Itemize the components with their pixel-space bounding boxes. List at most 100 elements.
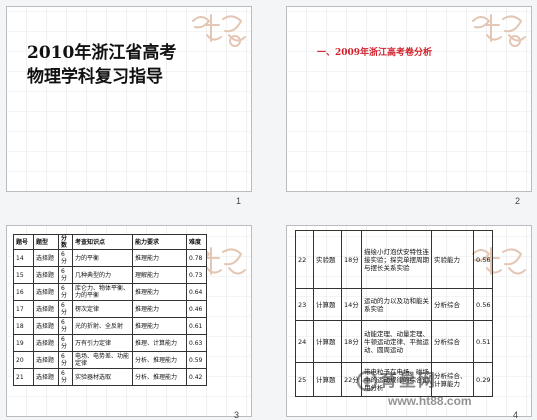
- table-cell: 20: [13, 351, 34, 369]
- slide-2-heading: 一、2009年浙江高考卷分析: [317, 48, 433, 58]
- table-row: 24 计算题 18分 动能定理、动量定理、牛顿运动定律、平抛运动、圆周运动 分析…: [295, 320, 494, 363]
- table-row: 19 选择题 6分 万有引力定律 推理、计算能力 0.63: [13, 334, 207, 352]
- table-row: 16 选择题 6分 库仑力、物体平衡、力的平衡 推理能力 0.64: [13, 283, 207, 301]
- slide-number-1: 1: [236, 196, 242, 206]
- header-cell: 题型: [33, 234, 59, 250]
- table-cell: 24: [295, 320, 314, 363]
- table-cell: 计算题: [313, 362, 342, 397]
- table-cell: 22: [295, 230, 314, 289]
- table-cell: 选择题: [33, 249, 59, 267]
- table-cell: 力的平衡: [72, 249, 133, 267]
- table-row: 20 选择题 6分 电场、电势差、功能定律 分析、推理能力 0.59: [13, 351, 207, 369]
- table-row: 22 实验题 18分 描绘小灯泡伏安特性连接实验；探究单摆周期与摆长关系实验 实…: [295, 230, 494, 289]
- header-cell: 能力要求: [132, 234, 187, 250]
- table-cell: 16: [13, 283, 34, 301]
- table-cell: 0.46: [186, 300, 207, 318]
- table-cell: 实验题: [313, 230, 342, 289]
- table-cell: 选择题: [33, 266, 59, 284]
- table-cell: 6分: [58, 368, 73, 386]
- table-row: 21 选择题 6分 实验器材选取 分析、推理能力 0.42: [13, 368, 207, 386]
- exam-analysis-table: 题号 题型 分数 考查知识点 能力要求 难度 14 选择题 6分 力的平衡 推理…: [13, 234, 207, 386]
- table-cell: 0.56: [472, 288, 494, 321]
- table-cell: 6分: [58, 266, 73, 284]
- table-cell: 0.61: [186, 317, 207, 335]
- slide-number-4: 4: [513, 410, 519, 420]
- table-header-row: 题号 题型 分数 考查知识点 能力要求 难度: [13, 234, 207, 250]
- table-cell: 计算题: [313, 320, 342, 363]
- header-cell: 分数: [58, 234, 73, 250]
- table-cell: 分析综合: [431, 288, 474, 321]
- slide-thumbnail-3[interactable]: 题号 题型 分数 考查知识点 能力要求 难度 14 选择题 6分 力的平衡 推理…: [6, 225, 252, 417]
- table-cell: 6分: [58, 283, 73, 301]
- table-cell: 18分: [341, 320, 362, 363]
- slide-number-3: 3: [234, 410, 240, 420]
- table-cell: 0.51: [472, 320, 494, 363]
- slide-number-2: 2: [515, 196, 521, 206]
- table-cell: 0.73: [186, 266, 207, 284]
- table-cell: 电场、电势差、功能定律: [72, 351, 133, 369]
- table-cell: 19: [13, 334, 34, 352]
- table-cell: 理解能力: [132, 266, 187, 284]
- table-cell: 推理能力: [132, 300, 187, 318]
- table-cell: 推理能力: [132, 249, 187, 267]
- table-cell: 0.64: [186, 283, 207, 301]
- table-cell: 15: [13, 266, 34, 284]
- table-cell: 光的折射、全反射: [72, 317, 133, 335]
- table-cell: 0.42: [186, 368, 207, 386]
- header-cell: 难度: [186, 234, 207, 250]
- table-cell: 选择题: [33, 368, 59, 386]
- table-cell: 0.63: [186, 334, 207, 352]
- table-cell: 楞次定律: [72, 300, 133, 318]
- table-cell: 描绘小灯泡伏安特性连接实验；探究单摆周期与摆长关系实验: [361, 230, 432, 289]
- table-cell: 选择题: [33, 283, 59, 301]
- table-cell: 选择题: [33, 300, 59, 318]
- table-cell: 分析、推理能力: [132, 368, 187, 386]
- title-line-1: 2010年浙江省高考: [27, 43, 177, 63]
- table-cell: 选择题: [33, 351, 59, 369]
- header-cell: 题号: [13, 234, 34, 250]
- table-row: 14 选择题 6分 力的平衡 推理能力 0.78: [13, 249, 207, 267]
- table-cell: 6分: [58, 334, 73, 352]
- table-cell: 库仑力、物体平衡、力的平衡: [72, 283, 133, 301]
- slide-thumbnail-1[interactable]: 2010年浙江省高考 物理学科复习指导: [6, 6, 252, 192]
- table-cell: 计算题: [313, 288, 342, 321]
- table-cell: 分析综合: [431, 320, 474, 363]
- table-row: 18 选择题 6分 光的折射、全反射 推理能力 0.61: [13, 317, 207, 335]
- table-cell: 0.59: [186, 351, 207, 369]
- table-cell: 选择题: [33, 334, 59, 352]
- table-cell: 18: [13, 317, 34, 335]
- table-cell: 18分: [341, 230, 362, 289]
- slide-1-title: 2010年浙江省高考 物理学科复习指导: [27, 41, 227, 89]
- header-cell: 考查知识点: [72, 234, 133, 250]
- table-cell: 分析综合、计算能力: [431, 362, 474, 397]
- title-line-2: 物理学科复习指导: [27, 67, 163, 87]
- table-cell: 6分: [58, 249, 73, 267]
- table-row: 15 选择题 6分 几种典型的力 理解能力 0.73: [13, 266, 207, 284]
- table-cell: 0.29: [472, 362, 494, 397]
- table-cell: 0.78: [186, 249, 207, 267]
- table-cell: 实验器材选取: [72, 368, 133, 386]
- table-cell: 几种典型的力: [72, 266, 133, 284]
- table-cell: 推理能力: [132, 283, 187, 301]
- table-cell: 实验能力: [431, 230, 474, 289]
- slide-thumbnail-4[interactable]: 22 实验题 18分 描绘小灯泡伏安特性连接实验；探究单摆周期与摆长关系实验 实…: [286, 225, 532, 417]
- table-cell: 推理能力: [132, 317, 187, 335]
- table-row: 17 选择题 6分 楞次定律 推理能力 0.46: [13, 300, 207, 318]
- exam-analysis-table-continued: 22 实验题 18分 描绘小灯泡伏安特性连接实验；探究单摆周期与摆长关系实验 实…: [295, 230, 494, 397]
- slide-thumbnail-2[interactable]: 一、2009年浙江高考卷分析: [286, 6, 532, 192]
- table-cell: 带电粒子在电场、磁场中的运动规律的综合运用分析: [361, 362, 432, 397]
- table-row: 23 计算题 14分 运动的力以及功和能关系实验 分析综合 0.56: [295, 288, 494, 321]
- table-cell: 6分: [58, 317, 73, 335]
- table-cell: 6分: [58, 351, 73, 369]
- table-cell: 21: [13, 368, 34, 386]
- table-cell: 22分: [341, 362, 362, 397]
- table-cell: 万有引力定律: [72, 334, 133, 352]
- table-cell: 动能定理、动量定理、牛顿运动定律、平抛运动、圆周运动: [361, 320, 432, 363]
- table-cell: 运动的力以及功和能关系实验: [361, 288, 432, 321]
- table-cell: 23: [295, 288, 314, 321]
- table-cell: 14分: [341, 288, 362, 321]
- table-cell: 25: [295, 362, 314, 397]
- table-cell: 推理、计算能力: [132, 334, 187, 352]
- table-cell: 0.56: [472, 230, 494, 289]
- table-cell: 17: [13, 300, 34, 318]
